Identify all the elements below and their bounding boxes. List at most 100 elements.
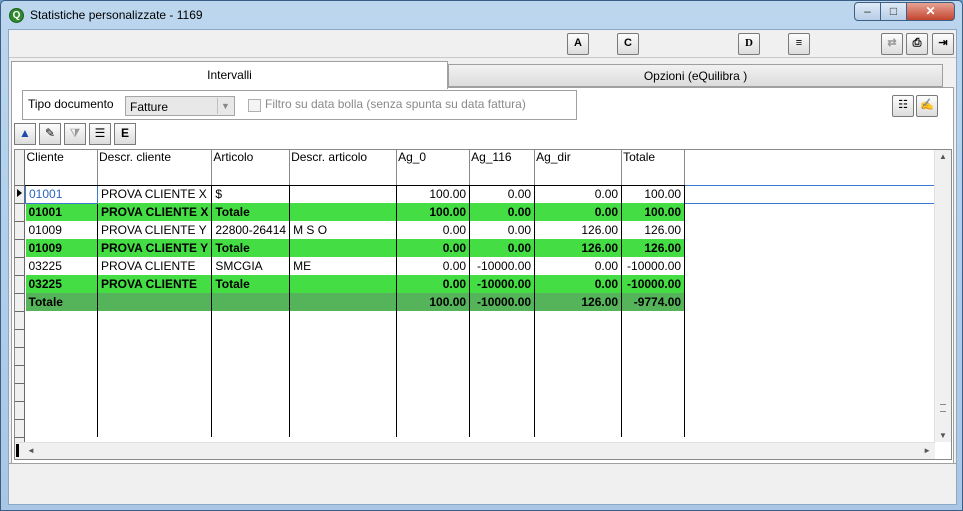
font-c-icon[interactable]: C	[617, 33, 639, 55]
maximize-button[interactable]: □	[881, 2, 907, 21]
exit-icon[interactable]: ⇥	[932, 33, 954, 55]
table-cell[interactable]: 03225	[25, 275, 98, 293]
column-list-icon[interactable]: ☰	[89, 123, 111, 145]
table-cell[interactable]: 01009	[25, 239, 98, 257]
table-cell[interactable]	[289, 239, 398, 257]
document-icon[interactable]: ☷	[892, 95, 914, 117]
table-cell[interactable]: PROVA CLIENTE	[97, 275, 213, 293]
scroll-up-icon[interactable]: ▲	[939, 152, 947, 161]
table-cell[interactable]: 126.00	[534, 221, 623, 239]
table-cell[interactable]: SMCGIA	[211, 257, 291, 275]
font-a-icon[interactable]: A	[567, 33, 589, 55]
table-cell[interactable]: 0.00	[469, 239, 536, 257]
horizontal-scrollbar[interactable]: ◄ ►	[15, 442, 935, 459]
table-cell[interactable]: Totale	[25, 293, 98, 311]
table-cell[interactable]: -10000.00	[469, 293, 536, 311]
column-header[interactable]: Ag_0	[396, 150, 471, 186]
table-cell[interactable]: 22800-26414	[211, 221, 291, 239]
table-cell[interactable]: 0.00	[396, 239, 471, 257]
table-cell[interactable]: 126.00	[534, 239, 623, 257]
grand-total-row[interactable]: Totale 100.00 -10000.00 126.00 -9774.00	[25, 293, 686, 311]
column-header[interactable]: Ag_dir	[534, 150, 623, 186]
chevron-down-icon[interactable]: ▼	[217, 98, 233, 114]
table-cell[interactable]: ME	[289, 257, 398, 275]
filter-icon[interactable]: ⧩	[64, 123, 86, 145]
table-cell[interactable]: 0.00	[534, 203, 623, 221]
list-document-icon[interactable]: ≡	[788, 33, 810, 55]
table-cell[interactable]	[97, 293, 213, 311]
scroll-down-icon[interactable]: ▼	[939, 431, 947, 440]
column-header[interactable]: Descr. articolo	[289, 150, 398, 186]
triangle-up-icon[interactable]: ▲	[14, 123, 36, 145]
table-cell[interactable]	[289, 185, 398, 203]
table-cell[interactable]: 0.00	[396, 257, 471, 275]
table-row[interactable]: 01001 PROVA CLIENTE X $ 100.00 0.00 0.00…	[25, 184, 686, 204]
table-cell[interactable]: 0.00	[469, 203, 536, 221]
table-cell[interactable]: PROVA CLIENTE Y	[97, 221, 213, 239]
table-cell[interactable]: 126.00	[621, 239, 686, 257]
table-cell[interactable]: Totale	[211, 275, 291, 293]
table-cell[interactable]: 0.00	[534, 257, 623, 275]
table-cell[interactable]: 126.00	[534, 293, 623, 311]
table-cell[interactable]: 01001	[25, 184, 98, 204]
table-row[interactable]: 03225 PROVA CLIENTE SMCGIA ME 0.00 -1000…	[25, 257, 686, 275]
scroll-right-icon[interactable]: ►	[923, 446, 931, 455]
table-cell[interactable]: 100.00	[396, 203, 471, 221]
table-cell[interactable]: 100.00	[621, 203, 686, 221]
table-cell[interactable]: 0.00	[396, 221, 471, 239]
table-cell[interactable]: Totale	[211, 239, 291, 257]
table-cell[interactable]: -10000.00	[469, 275, 536, 293]
column-header[interactable]: Cliente	[25, 150, 98, 186]
table-cell[interactable]	[289, 203, 398, 221]
close-button[interactable]: ✕	[907, 2, 955, 21]
refresh-icon[interactable]: ⇄	[881, 33, 903, 55]
letter-d-icon[interactable]: D	[738, 33, 760, 55]
column-header[interactable]: Articolo	[211, 150, 291, 186]
scroll-left-icon[interactable]: ◄	[27, 446, 35, 455]
subtotal-row[interactable]: 03225 PROVA CLIENTE Totale 0.00 -10000.0…	[25, 275, 686, 293]
table-cell[interactable]: $	[211, 185, 291, 203]
table-cell[interactable]: 03225	[25, 257, 98, 275]
table-cell[interactable]: PROVA CLIENTE X	[97, 203, 213, 221]
scroll-grip-icon[interactable]	[940, 404, 946, 412]
table-cell[interactable]: PROVA CLIENTE X	[97, 185, 213, 203]
filtro-data-bolla-checkbox[interactable]	[248, 99, 261, 112]
table-cell[interactable]: -10000.00	[621, 275, 686, 293]
table-cell[interactable]: -9774.00	[621, 293, 686, 311]
table-cell[interactable]: 0.00	[469, 185, 536, 203]
table-cell[interactable]: 01001	[25, 203, 98, 221]
table-row[interactable]: 01009 PROVA CLIENTE Y 22800-26414 M S O …	[25, 221, 686, 239]
export-excel-icon[interactable]: E	[114, 123, 136, 145]
table-cell[interactable]: 100.00	[396, 185, 471, 203]
vertical-scrollbar[interactable]: ▲ ▼	[934, 150, 951, 442]
subtotal-row[interactable]: 01001 PROVA CLIENTE X Totale 100.00 0.00…	[25, 203, 686, 221]
table-cell[interactable]: M S O	[289, 221, 398, 239]
table-cell[interactable]: -10000.00	[621, 257, 686, 275]
table-cell[interactable]	[289, 275, 398, 293]
title-bar[interactable]: Q Statistiche personalizzate - 1169 – □ …	[1, 1, 962, 29]
table-cell[interactable]: PROVA CLIENTE	[97, 257, 213, 275]
table-cell[interactable]: 126.00	[621, 221, 686, 239]
table-cell[interactable]	[211, 293, 291, 311]
table-cell[interactable]: 0.00	[469, 221, 536, 239]
tab-opzioni[interactable]: Opzioni (eQuilibra )	[448, 64, 943, 87]
tab-intervalli[interactable]: Intervalli	[11, 61, 448, 89]
table-cell[interactable]: 0.00	[534, 275, 623, 293]
scroll-thumb[interactable]	[16, 444, 19, 457]
subtotal-row[interactable]: 01009 PROVA CLIENTE Y Totale 0.00 0.00 1…	[25, 239, 686, 257]
table-cell[interactable]: 100.00	[621, 185, 686, 203]
column-header[interactable]: Ag_116	[469, 150, 536, 186]
print-icon[interactable]: ⎙	[906, 33, 928, 55]
table-cell[interactable]: -10000.00	[469, 257, 536, 275]
tipo-documento-select[interactable]: Fatture ▼	[125, 96, 235, 116]
table-cell[interactable]: 0.00	[396, 275, 471, 293]
table-cell[interactable]: 100.00	[396, 293, 471, 311]
signature-icon[interactable]: ✍	[916, 95, 938, 117]
table-cell[interactable]: 0.00	[534, 185, 623, 203]
column-header[interactable]: Descr. cliente	[97, 150, 213, 186]
column-header[interactable]: Totale	[621, 150, 686, 186]
table-cell[interactable]	[289, 293, 398, 311]
edit-checklist-icon[interactable]: ✎	[39, 123, 61, 145]
table-cell[interactable]: Totale	[211, 203, 291, 221]
table-cell[interactable]: 01009	[25, 221, 98, 239]
